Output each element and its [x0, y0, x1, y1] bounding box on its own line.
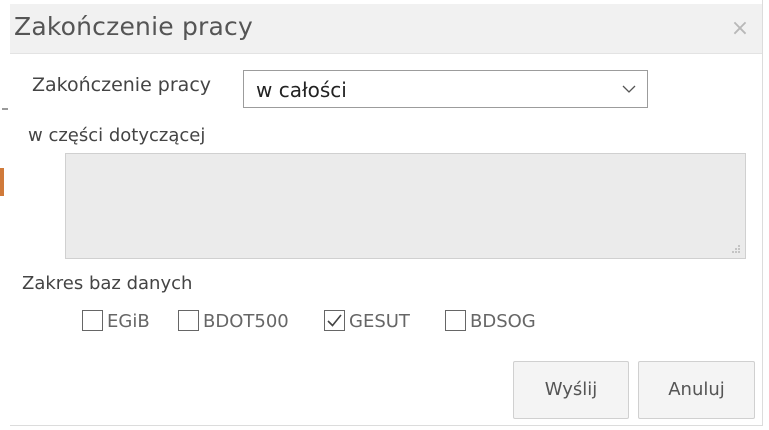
checkbox-label: EGiB	[107, 311, 150, 332]
page: Zakończenie pracy × Zakończenie pracy w …	[0, 0, 769, 430]
checkbox-label: GESUT	[349, 311, 410, 332]
send-button[interactable]: Wyślij	[513, 361, 629, 419]
zakres-label: Zakres baz danych	[22, 273, 193, 294]
checkbox-label: BDSOG	[470, 311, 536, 332]
checkbox-box	[324, 310, 345, 331]
background-mark	[2, 108, 8, 110]
chevron-down-icon	[622, 85, 636, 93]
background-window-edge	[0, 0, 10, 430]
zakonczenie-select-value: w całości	[256, 78, 347, 102]
czesci-label: w części dotyczącej	[28, 125, 206, 146]
checkbox-label: BDOT500	[203, 311, 289, 332]
checkbox-box	[445, 310, 466, 331]
checkbox-box	[178, 310, 199, 331]
dialog: Zakończenie pracy × Zakończenie pracy w …	[10, 0, 763, 426]
dialog-titlebar[interactable]: Zakończenie pracy ×	[10, 4, 762, 54]
background-mark	[0, 168, 4, 196]
czesci-textarea[interactable]	[65, 153, 746, 259]
close-icon[interactable]: ×	[730, 18, 750, 40]
checkbox-box	[82, 310, 103, 331]
dialog-title: Zakończenie pracy	[14, 12, 253, 41]
zakonczenie-label: Zakończenie pracy	[32, 74, 212, 96]
zakonczenie-select[interactable]: w całości	[243, 70, 648, 108]
cancel-button[interactable]: Anuluj	[638, 361, 755, 419]
checkmark-icon	[327, 314, 342, 327]
resize-handle-icon[interactable]	[731, 244, 741, 254]
